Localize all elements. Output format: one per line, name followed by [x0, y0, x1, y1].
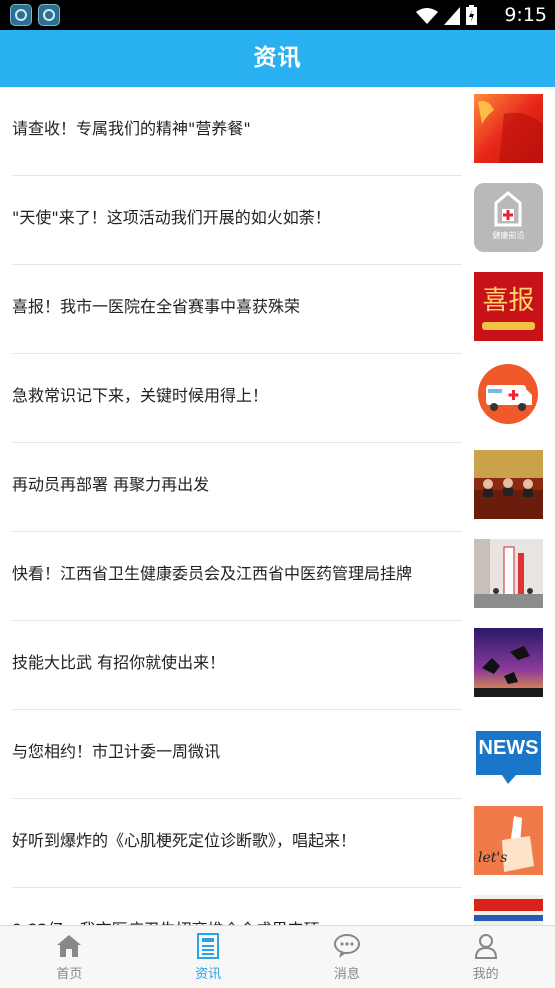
status-bar: 9:15 [0, 0, 555, 30]
chat-icon [333, 934, 360, 958]
news-title: 与您相约！市卫计委一周微讯 [12, 742, 221, 761]
news-item[interactable]: 请查收！专属我们的精神"营养餐" [12, 87, 555, 176]
battery-icon [466, 5, 477, 25]
news-item[interactable]: 喜报！我市一医院在全省赛事中喜获殊荣 喜报 [12, 265, 555, 354]
banner-photo [474, 895, 543, 925]
wifi-icon [416, 8, 438, 24]
thumb-caption: let's [478, 850, 508, 866]
nav-label: 我的 [472, 967, 499, 982]
nav-news[interactable]: 资讯 [139, 926, 278, 988]
nav-profile[interactable]: 我的 [416, 926, 555, 988]
news-item[interactable]: 快看！江西省卫生健康委员会及江西省中医药管理局挂牌 [12, 532, 555, 621]
good-news-image: 喜报 [474, 272, 543, 341]
status-time: 9:15 [504, 4, 547, 26]
news-title: 9.82亿，我市医疗卫生招商推介会成果丰硕 [12, 888, 462, 925]
news-title: 技能大比武 有招你就使出来！ [12, 653, 226, 672]
lets-hand-image: let's [474, 806, 543, 875]
nav-home[interactable]: 首页 [0, 926, 139, 988]
meeting-photo [474, 450, 543, 519]
thumb-caption: NEWS [478, 737, 539, 759]
health-logo-image: 健康前沿 [474, 183, 543, 252]
news-title: 再动员再部署 再聚力再出发 [12, 475, 210, 494]
thumb-caption: 喜报 [482, 286, 535, 316]
signal-icon [444, 7, 460, 25]
news-item[interactable]: 技能大比武 有招你就使出来！ [12, 621, 555, 710]
home-icon [57, 935, 82, 957]
notification-app-icon [38, 4, 60, 26]
bottom-nav: 首页 资讯 消息 我的 [0, 925, 555, 988]
nav-label: 资讯 [195, 967, 222, 982]
news-list[interactable]: 请查收！专属我们的精神"营养餐" "天使"来了！这项活动我们开展的如火如荼！ 健… [0, 87, 555, 925]
news-bubble-image: NEWS [474, 717, 543, 786]
news-title: 喜报！我市一医院在全省赛事中喜获殊荣 [12, 297, 301, 316]
news-item[interactable]: 好听到爆炸的《心肌梗死定位诊断歌》，唱起来！ let's [12, 799, 555, 888]
news-item[interactable]: 急救常识记下来，关键时候用得上！ [12, 354, 555, 443]
news-title: 好听到爆炸的《心肌梗死定位诊断歌》，唱起来！ [12, 831, 357, 850]
nav-label: 消息 [333, 967, 360, 982]
building-ceremony-photo [474, 539, 543, 608]
news-item[interactable]: 9.82亿，我市医疗卫生招商推介会成果丰硕 [12, 888, 555, 925]
news-title: 请查收！专属我们的精神"营养餐" [12, 119, 251, 138]
red-flag-image [474, 94, 543, 163]
status-icons [416, 5, 477, 25]
news-item[interactable]: "天使"来了！这项活动我们开展的如火如荼！ 健康前沿 [12, 176, 555, 265]
page-title: 资讯 [0, 30, 555, 87]
thumb-caption: 健康前沿 [492, 231, 525, 240]
news-item[interactable]: 与您相约！市卫计委一周微讯 NEWS [12, 710, 555, 799]
notification-app-icon [10, 4, 32, 26]
profile-icon [474, 934, 497, 959]
news-title: "天使"来了！这项活动我们开展的如火如荼！ [12, 208, 331, 227]
news-icon [197, 933, 220, 959]
news-item[interactable]: 再动员再部署 再聚力再出发 [12, 443, 555, 532]
news-title: 急救常识记下来，关键时候用得上！ [12, 386, 269, 405]
nav-label: 首页 [56, 967, 83, 982]
ambulance-icon-image [474, 361, 543, 430]
news-title: 快看！江西省卫生健康委员会及江西省中医药管理局挂牌 [12, 564, 413, 583]
sunset-jump-photo [474, 628, 543, 697]
nav-messages[interactable]: 消息 [278, 926, 417, 988]
